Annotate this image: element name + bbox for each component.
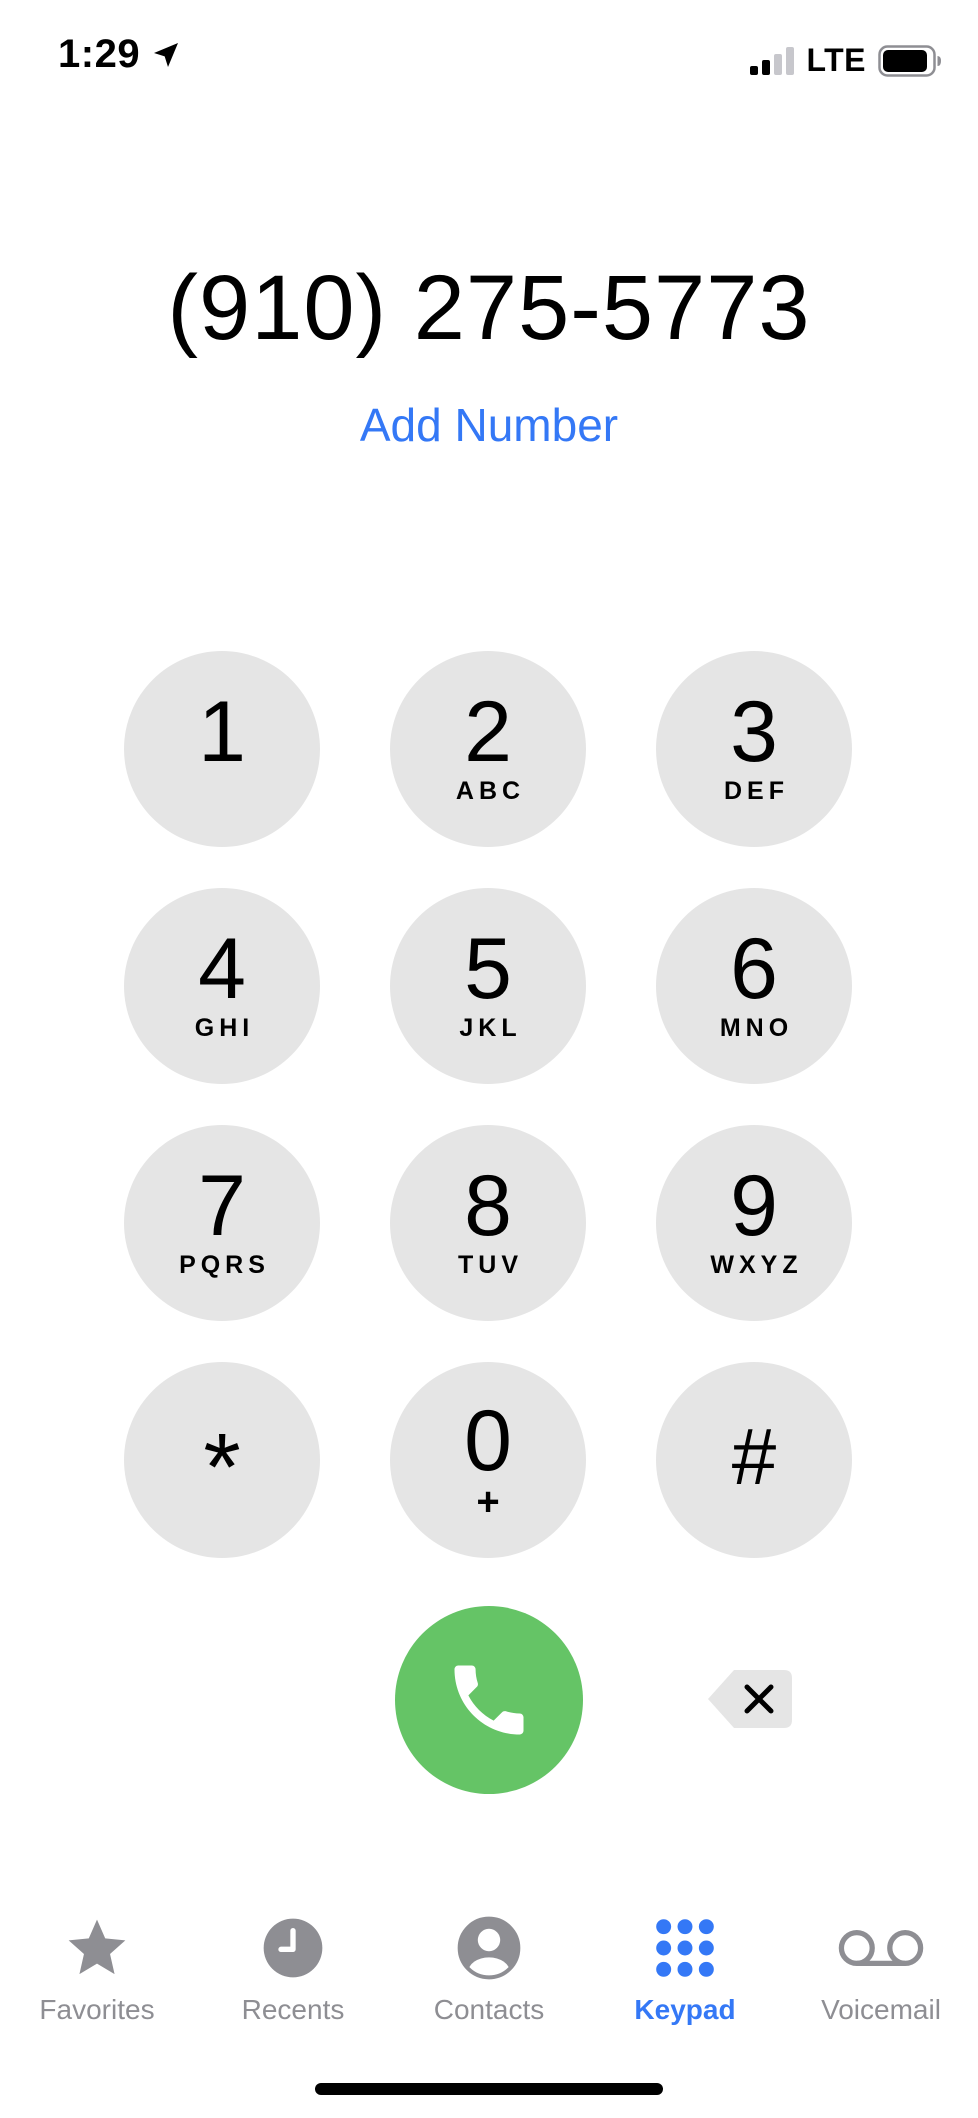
key-star[interactable]: *: [124, 1362, 320, 1558]
network-type-label: LTE: [806, 42, 866, 78]
home-indicator[interactable]: [315, 2083, 663, 2095]
key-digit: 2: [464, 683, 512, 780]
key-0[interactable]: 0 +: [390, 1362, 586, 1558]
clock-icon: [261, 1908, 325, 1988]
add-number-link[interactable]: Add Number: [0, 398, 978, 452]
tab-label: Keypad: [634, 1994, 736, 2025]
key-digit: 0: [464, 1393, 512, 1489]
key-4[interactable]: 4 GHI: [124, 888, 320, 1084]
key-letters: MNO: [719, 1013, 794, 1042]
status-indicators: LTE: [750, 42, 942, 79]
tab-voicemail[interactable]: Voicemail: [802, 1908, 960, 2038]
tab-recents[interactable]: Recents: [214, 1908, 372, 2038]
key-8[interactable]: 8 TUV: [390, 1125, 586, 1321]
tab-label: Recents: [241, 1994, 345, 2025]
tab-bar: Favorites Recents Contacts Keypad Voicem…: [0, 1908, 978, 2038]
key-letters: [220, 779, 225, 804]
tab-favorites[interactable]: Favorites: [18, 1908, 176, 2038]
key-digit: #: [731, 1412, 777, 1501]
key-digit: *: [203, 1414, 241, 1521]
tab-label: Voicemail: [821, 1994, 941, 2025]
keypad: 1 2 ABC 3 DEF 4 GHI 5 JKL 6 MNO 7 PQRS 8…: [124, 651, 854, 1558]
status-time: 1:29: [58, 32, 182, 77]
status-time-label: 1:29: [58, 32, 141, 76]
key-9[interactable]: 9 WXYZ: [656, 1125, 852, 1321]
key-2[interactable]: 2 ABC: [390, 651, 586, 847]
tab-label: Favorites: [39, 1994, 155, 2025]
person-circle-icon: [457, 1908, 521, 1988]
star-icon: [61, 1908, 133, 1988]
key-digit: 9: [730, 1157, 778, 1254]
tab-keypad[interactable]: Keypad: [606, 1908, 764, 2038]
key-3[interactable]: 3 DEF: [656, 651, 852, 847]
status-bar: 1:29 LTE: [0, 0, 978, 110]
key-hash[interactable]: #: [656, 1362, 852, 1558]
key-1[interactable]: 1: [124, 651, 320, 847]
key-letters: TUV: [458, 1250, 523, 1279]
delete-button[interactable]: [706, 1668, 794, 1730]
dialed-number-display: (910) 275-5773: [167, 257, 811, 359]
tab-label: Contacts: [433, 1994, 545, 2025]
key-digit: 5: [464, 920, 512, 1017]
key-digit: 8: [464, 1157, 512, 1254]
key-6[interactable]: 6 MNO: [656, 888, 852, 1084]
backspace-icon: [706, 1668, 794, 1730]
key-letters: JKL: [459, 1013, 522, 1042]
key-letters: PQRS: [179, 1250, 270, 1279]
key-5[interactable]: 5 JKL: [390, 888, 586, 1084]
key-digit: 6: [730, 920, 778, 1017]
phone-icon: [443, 1654, 535, 1746]
key-letters: GHI: [194, 1013, 255, 1042]
key-letters: +: [476, 1480, 500, 1524]
call-button[interactable]: [395, 1606, 583, 1794]
tab-contacts[interactable]: Contacts: [410, 1908, 568, 2038]
key-letters: WXYZ: [710, 1250, 803, 1279]
voicemail-icon: [836, 1908, 926, 1988]
key-digit: 4: [198, 920, 246, 1017]
key-digit: 7: [198, 1157, 246, 1254]
key-digit: 3: [730, 683, 778, 780]
keypad-grid-icon: [653, 1908, 717, 1988]
key-7[interactable]: 7 PQRS: [124, 1125, 320, 1321]
location-arrow-icon: [150, 39, 182, 71]
key-digit: 1: [198, 683, 246, 780]
key-letters: ABC: [455, 776, 526, 805]
battery-icon: [878, 44, 942, 77]
key-letters: DEF: [724, 776, 789, 805]
cellular-signal-icon: [750, 46, 795, 75]
